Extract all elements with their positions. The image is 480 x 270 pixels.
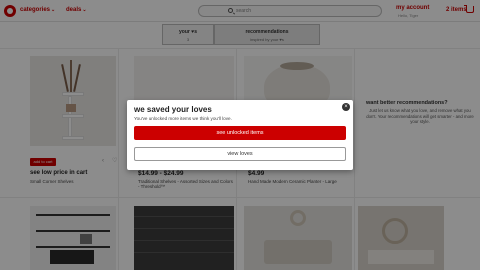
dialog-subtitle: You've unlocked more items we think you'… — [134, 116, 232, 121]
close-icon[interactable]: × — [342, 103, 350, 111]
dialog-title: we saved your loves — [134, 105, 212, 114]
view-loves-button[interactable]: view loves — [134, 147, 346, 161]
see-unlocked-items-button[interactable]: see unlocked items — [134, 126, 346, 140]
saved-loves-dialog: we saved your loves You've unlocked more… — [127, 100, 353, 170]
